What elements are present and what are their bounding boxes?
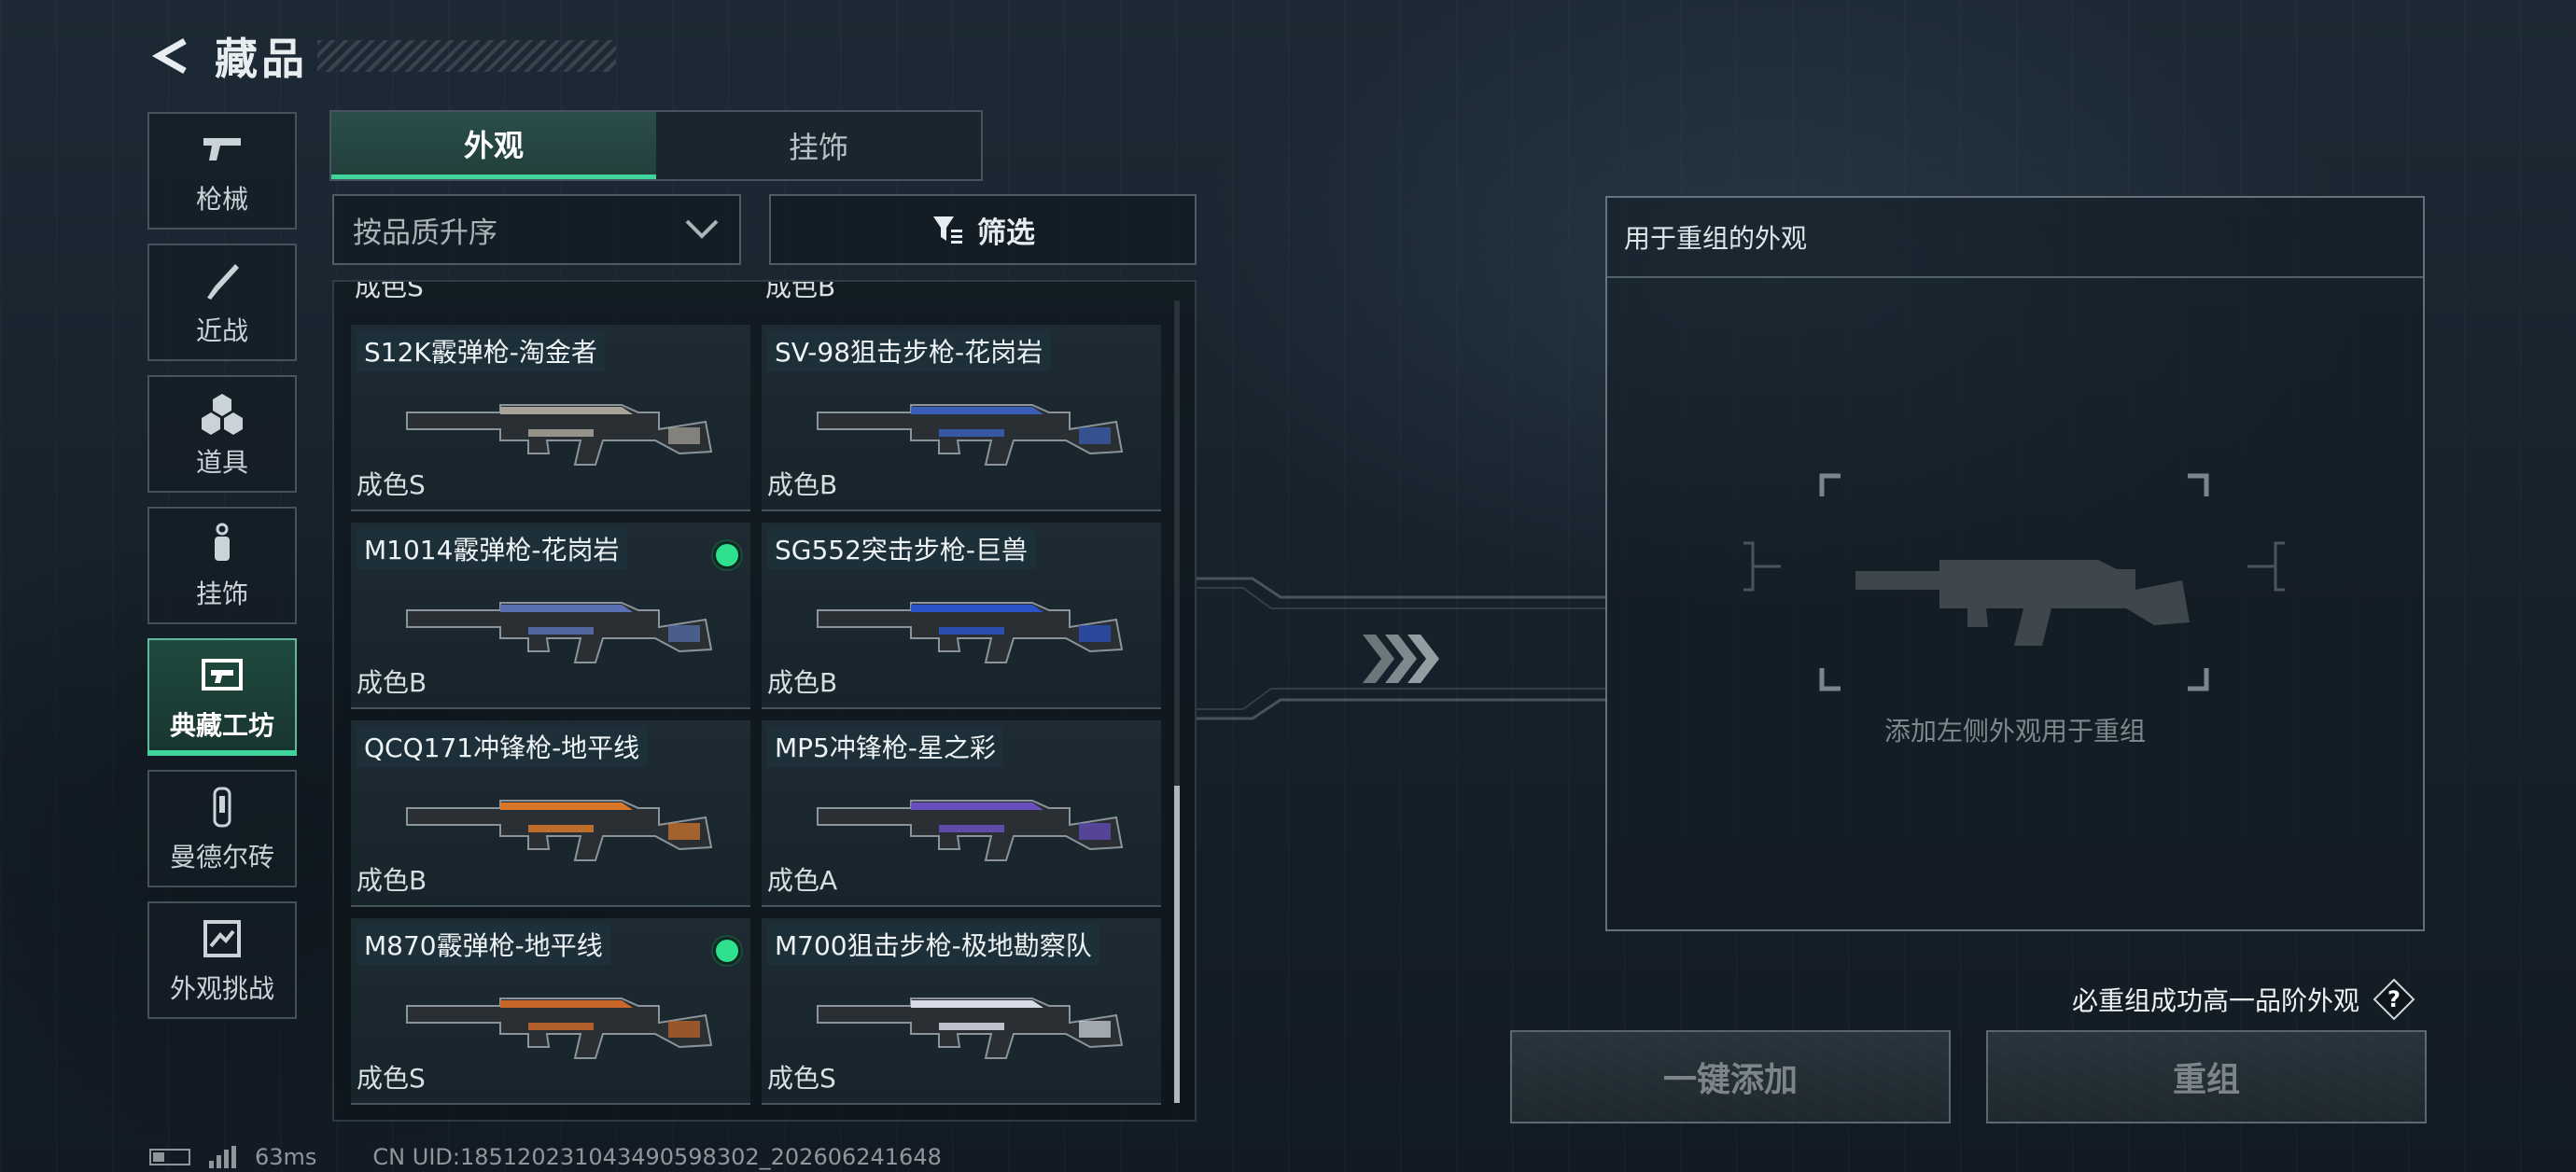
reforge-panel[interactable]: 用于重组的外观 添加左侧外观用于重组	[1605, 196, 2425, 931]
skin-card[interactable]: SV-98狙击步枪-花岗岩成色B	[762, 325, 1161, 511]
help-glyph: ?	[2387, 986, 2401, 1012]
nav-item-melee[interactable]: 近战	[147, 244, 297, 361]
weapon-image-icon	[406, 800, 713, 861]
status-footer: 63ms CN UID:18512023104349059830​2_20260…	[149, 1144, 942, 1170]
tab-bar: 外观 挂饰	[329, 110, 983, 181]
nav-label: 曼德尔砖	[169, 842, 274, 872]
skin-card[interactable]: M870霰弹枪-地平线成色S	[351, 918, 750, 1105]
skin-card[interactable]: M700狙击步枪-极地勘察队成色S	[762, 918, 1161, 1105]
scrollbar[interactable]	[1174, 300, 1180, 1103]
skin-grade: 成色S	[357, 469, 426, 500]
nav-item-mandel-brick[interactable]: 曼德尔砖	[147, 770, 297, 887]
skin-grade: 成色S	[767, 1063, 836, 1094]
side-nav: 枪械 近战 道具 挂饰 典藏工坊 曼德尔砖 外观挑战	[147, 112, 299, 1033]
nav-item-appearance-challenge[interactable]: 外观挑战	[147, 901, 297, 1019]
nav-label: 典藏工坊	[169, 710, 274, 741]
battery-icon	[149, 1149, 190, 1165]
page-title: 藏品	[215, 34, 308, 84]
nav-item-workshop[interactable]: 典藏工坊	[147, 638, 297, 756]
skin-card[interactable]: S12K霰弹枪-淘金者成色S	[351, 325, 750, 511]
skin-card[interactable]: SG552突击步枪-巨兽成色B	[762, 523, 1161, 709]
clipped-grade: 成色S	[355, 282, 424, 302]
nav-label: 挂饰	[195, 579, 248, 609]
reforge-button[interactable]: 重组	[1986, 1030, 2427, 1123]
weapon-image-icon	[817, 602, 1124, 663]
skin-grid-panel[interactable]: 成色S 成色B S12K霰弹枪-淘金者 成色S SV-98狙击步枪-花岗岩 成色B M1…	[332, 280, 1197, 1122]
nav-item-charms[interactable]: 挂饰	[147, 507, 297, 624]
challenge-icon	[203, 920, 241, 957]
knife-icon	[207, 264, 239, 300]
uid-text: CN UID:18512023104349059830​2_2026062416…	[372, 1144, 942, 1170]
weapon-image-icon	[817, 800, 1124, 861]
guarantee-text: 必重组成功高一品阶外观	[2072, 985, 2360, 1016]
skin-card[interactable]: MP5冲锋枪-星之彩成色A	[762, 720, 1161, 907]
skin-card[interactable]: QCQ171冲锋枪-地平线成色B	[351, 720, 750, 907]
reforge-empty-hint: 添加左侧外观用于重组	[1883, 716, 2146, 746]
sort-dropdown[interactable]: 按品质升序	[332, 194, 741, 265]
nav-label: 道具	[195, 447, 248, 478]
skin-grade: 成色B	[357, 865, 427, 896]
nav-item-guns[interactable]: 枪械	[147, 112, 297, 230]
skin-grade: 成色B	[767, 469, 838, 500]
title-decoration	[317, 40, 616, 72]
sort-label: 按品质升序	[353, 216, 497, 250]
skin-grade: 成色B	[767, 667, 838, 698]
skin-grid: S12K霰弹枪-淘金者 成色S SV-98狙击步枪-花岗岩 成色B M1014霰弹枪-花…	[351, 325, 1161, 1105]
weapon-image-icon	[406, 404, 713, 466]
scrollbar-thumb[interactable]	[1174, 786, 1180, 1103]
selected-indicator-icon	[713, 541, 741, 569]
nav-label: 外观挑战	[169, 973, 274, 1004]
charm-icon	[215, 523, 230, 561]
skin-name: SG552突击步枪-巨兽	[767, 528, 1036, 569]
filter-button[interactable]: 筛选	[769, 194, 1197, 265]
workshop-icon	[202, 659, 243, 691]
ping-value: 63ms	[255, 1144, 317, 1170]
nav-label: 枪械	[195, 184, 248, 215]
skin-grade: 成色A	[767, 865, 838, 896]
chevron-down-icon	[685, 219, 719, 239]
brick-icon	[213, 787, 231, 828]
back-arrow-icon[interactable]	[149, 34, 194, 78]
nav-item-gear[interactable]: 道具	[147, 375, 297, 493]
skin-name: MP5冲锋枪-星之彩	[767, 726, 1003, 767]
skin-grade: 成色B	[357, 667, 427, 698]
skin-name: M700狙击步枪-极地勘察队	[767, 924, 1099, 965]
skin-grade: 成色S	[357, 1063, 426, 1094]
empty-slot-rifle-icon	[1743, 473, 2285, 691]
add-all-button[interactable]: 一键添加	[1510, 1030, 1951, 1123]
weapon-image-icon	[817, 404, 1124, 466]
clipped-grade: 成色B	[765, 282, 836, 302]
pistol-icon	[203, 138, 241, 160]
nav-active-indicator	[147, 750, 297, 756]
skin-card[interactable]: M1014霰弹枪-花岗岩成色B	[351, 523, 750, 709]
nav-label: 近战	[195, 315, 248, 346]
filter-icon	[933, 216, 962, 244]
skin-name: M1014霰弹枪-花岗岩	[357, 528, 627, 569]
skin-name: SV-98狙击步枪-花岗岩	[767, 330, 1051, 371]
weapon-image-icon	[817, 998, 1124, 1059]
weapon-image-icon	[406, 998, 713, 1059]
signal-icon	[209, 1146, 236, 1168]
skin-name: M870霰弹枪-地平线	[357, 924, 610, 965]
reforge-header: 用于重组的外观	[1607, 198, 2423, 278]
clipped-row: 成色S 成色B	[351, 282, 1154, 302]
weapon-image-icon	[406, 602, 713, 663]
guarantee-note: 必重组成功高一品阶外观 ?	[2072, 978, 2415, 1021]
filter-label: 筛选	[977, 216, 1035, 250]
page-header: 藏品	[149, 28, 616, 84]
chevrons-right-icon	[1363, 635, 1439, 683]
skin-name: S12K霰弹枪-淘金者	[357, 330, 605, 371]
grenade-icon	[202, 394, 243, 435]
selected-indicator-icon	[713, 937, 741, 965]
tab-charms[interactable]: 挂饰	[656, 112, 981, 179]
skin-name: QCQ171冲锋枪-地平线	[357, 726, 648, 767]
tab-appearance[interactable]: 外观	[331, 112, 656, 179]
help-icon[interactable]: ?	[2373, 978, 2415, 1021]
